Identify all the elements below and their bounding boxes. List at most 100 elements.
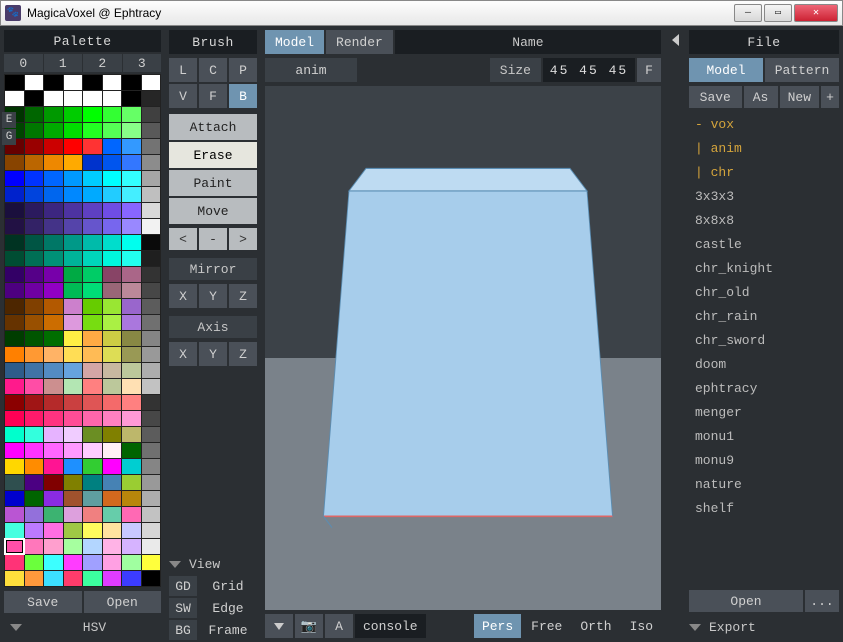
palette-tab-1[interactable]: 1 — [44, 54, 83, 72]
swatch[interactable] — [44, 315, 63, 330]
swatch[interactable] — [122, 475, 141, 490]
swatch[interactable] — [122, 523, 141, 538]
swatch[interactable] — [64, 75, 83, 90]
swatch[interactable] — [64, 315, 83, 330]
swatch[interactable] — [5, 539, 24, 554]
file-item[interactable]: chr_knight — [689, 256, 839, 280]
swatch[interactable] — [5, 91, 24, 106]
swatch[interactable] — [44, 539, 63, 554]
swatch[interactable] — [64, 523, 83, 538]
file-item[interactable]: monu1 — [689, 424, 839, 448]
swatch[interactable] — [142, 555, 161, 570]
swatch[interactable] — [64, 171, 83, 186]
swatch[interactable] — [64, 155, 83, 170]
swatch[interactable] — [103, 251, 122, 266]
swatch[interactable] — [25, 523, 44, 538]
swatch[interactable] — [122, 491, 141, 506]
swatch[interactable] — [44, 363, 63, 378]
proj-iso[interactable]: Iso — [622, 614, 661, 638]
swatch[interactable] — [142, 235, 161, 250]
palette-tab-2[interactable]: 2 — [83, 54, 122, 72]
fit-button[interactable]: F — [637, 58, 661, 82]
a-button[interactable]: A — [325, 614, 353, 638]
swatch[interactable] — [142, 155, 161, 170]
swatch[interactable] — [83, 459, 102, 474]
swatch[interactable] — [142, 171, 161, 186]
swatch[interactable] — [64, 347, 83, 362]
swatch[interactable] — [83, 107, 102, 122]
palette-save-button[interactable]: Save — [4, 591, 82, 613]
view-frame[interactable]: Frame — [199, 620, 257, 640]
file-saveas-button[interactable]: As — [744, 86, 778, 108]
axisxyz-Z[interactable]: Z — [229, 342, 257, 366]
swatch[interactable] — [44, 155, 63, 170]
swatch[interactable] — [142, 299, 161, 314]
swatch[interactable] — [122, 299, 141, 314]
mirxyz-Z[interactable]: Z — [229, 284, 257, 308]
swatch[interactable] — [5, 475, 24, 490]
brush-L[interactable]: L — [169, 58, 197, 82]
swatch[interactable] — [25, 123, 44, 138]
swatch[interactable] — [83, 539, 102, 554]
proj-free[interactable]: Free — [523, 614, 570, 638]
swatch[interactable] — [25, 363, 44, 378]
swatch[interactable] — [83, 283, 102, 298]
swatch[interactable] — [142, 411, 161, 426]
file-item[interactable]: | chr — [689, 160, 839, 184]
arrow-button[interactable]: - — [199, 228, 227, 250]
swatch[interactable] — [103, 459, 122, 474]
brush-B[interactable]: B — [229, 84, 257, 108]
camera-button[interactable]: 📷 — [295, 614, 323, 638]
palette-side-E[interactable]: E — [2, 112, 16, 128]
swatch[interactable] — [25, 379, 44, 394]
swatch[interactable] — [25, 155, 44, 170]
file-item[interactable]: shelf — [689, 496, 839, 520]
view-toggle[interactable]: View — [169, 554, 257, 574]
swatch[interactable] — [64, 235, 83, 250]
swatch[interactable] — [103, 539, 122, 554]
swatch[interactable] — [64, 123, 83, 138]
swatch[interactable] — [5, 187, 24, 202]
swatch[interactable] — [64, 555, 83, 570]
swatch[interactable] — [44, 491, 63, 506]
swatch[interactable] — [103, 107, 122, 122]
swatch[interactable] — [83, 571, 102, 586]
swatch[interactable] — [44, 459, 63, 474]
swatch[interactable] — [5, 251, 24, 266]
swatch[interactable] — [25, 251, 44, 266]
swatch[interactable] — [25, 331, 44, 346]
swatch[interactable] — [44, 123, 63, 138]
swatch[interactable] — [142, 203, 161, 218]
swatch[interactable] — [25, 443, 44, 458]
swatch[interactable] — [122, 315, 141, 330]
file-new-button[interactable]: New — [780, 86, 819, 108]
swatch[interactable] — [83, 315, 102, 330]
swatch[interactable] — [64, 507, 83, 522]
swatch[interactable] — [25, 219, 44, 234]
swatch[interactable] — [103, 475, 122, 490]
swatch[interactable] — [122, 331, 141, 346]
swatch[interactable] — [44, 443, 63, 458]
swatch[interactable] — [5, 331, 24, 346]
swatch[interactable] — [122, 555, 141, 570]
hsv-toggle[interactable]: HSV — [4, 617, 161, 638]
swatch[interactable] — [83, 523, 102, 538]
proj-orth[interactable]: Orth — [572, 614, 619, 638]
swatch[interactable] — [103, 283, 122, 298]
dropdown-button[interactable] — [265, 614, 293, 638]
swatch[interactable] — [64, 379, 83, 394]
palette-grid[interactable] — [4, 74, 161, 587]
swatch[interactable] — [64, 139, 83, 154]
swatch[interactable] — [25, 555, 44, 570]
swatch[interactable] — [25, 267, 44, 282]
axisxyz-Y[interactable]: Y — [199, 342, 227, 366]
file-item[interactable]: nature — [689, 472, 839, 496]
swatch[interactable] — [83, 379, 102, 394]
swatch[interactable] — [122, 91, 141, 106]
file-item[interactable]: 8x8x8 — [689, 208, 839, 232]
maximize-button[interactable]: ▭ — [764, 4, 792, 22]
swatch[interactable] — [64, 459, 83, 474]
view-GD[interactable]: GD — [169, 576, 197, 596]
swatch[interactable] — [44, 475, 63, 490]
swatch[interactable] — [64, 427, 83, 442]
